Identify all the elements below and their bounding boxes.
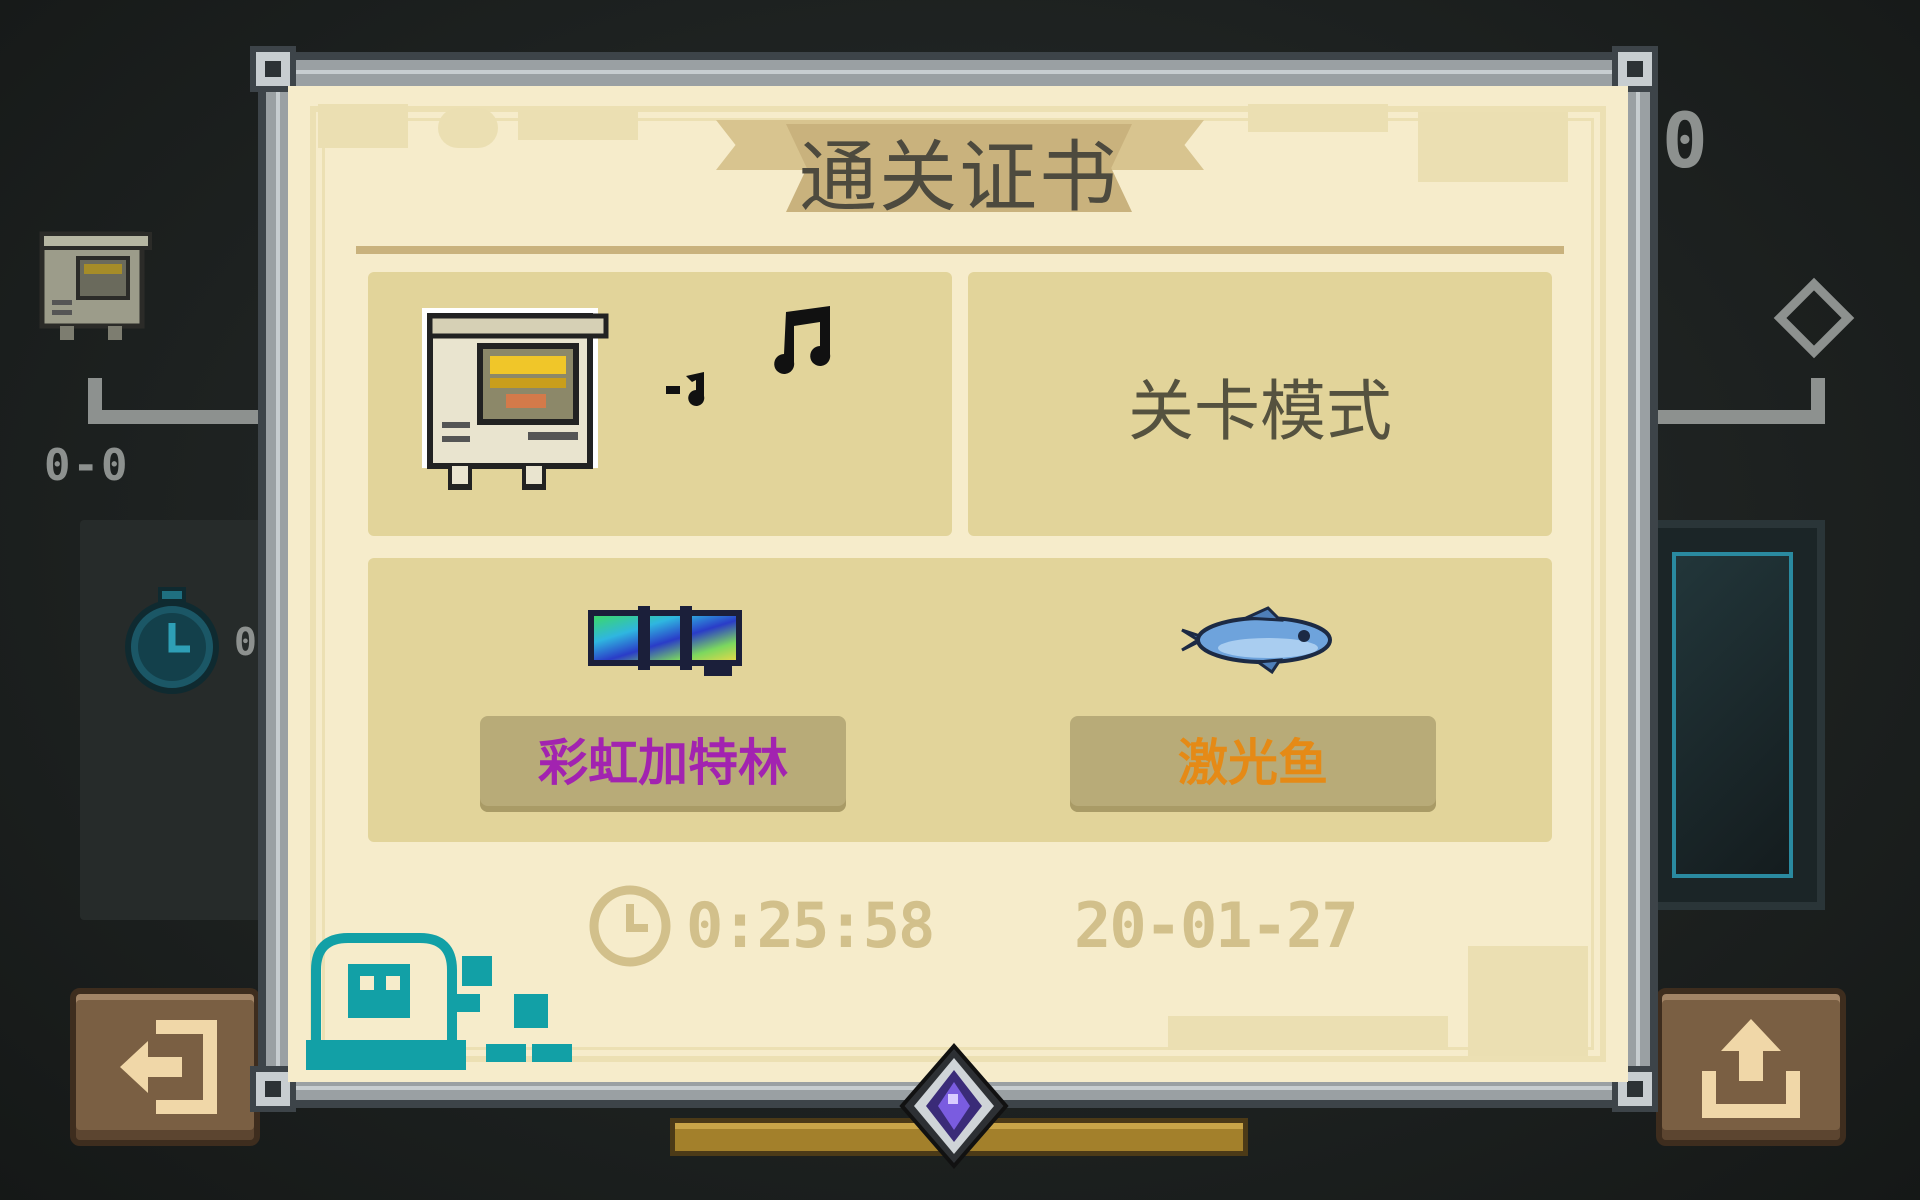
- weapon-name-label: 激光鱼: [1070, 716, 1436, 812]
- clear-time: 0:25:58: [686, 889, 935, 962]
- certificate-title: 通关证书: [798, 133, 1119, 223]
- stopwatch-icon: [125, 587, 219, 694]
- exit-door-icon: [120, 1020, 217, 1114]
- clock-icon: [589, 885, 671, 967]
- rainbow-gatling-icon: [588, 606, 742, 676]
- title-divider: [356, 246, 1564, 254]
- robot-computer-character-icon: [422, 308, 609, 490]
- diamond-outline-icon: [1773, 277, 1855, 359]
- exit-button[interactable]: [70, 988, 260, 1146]
- weapon-name-label: 彩虹加特林: [480, 716, 846, 812]
- hud-bracket-right: [1655, 378, 1825, 424]
- clear-date: 20-01-27: [1074, 889, 1359, 962]
- teal-ghost-seal-icon: [306, 933, 572, 1070]
- purple-gem-emblem-icon: [899, 1042, 1009, 1170]
- score-readout: 0-0: [44, 440, 130, 491]
- music-notes-icon: [666, 306, 831, 406]
- share-button[interactable]: [1656, 988, 1846, 1146]
- side-panel-background: [80, 520, 270, 920]
- character-thumbnail-icon: [39, 231, 152, 340]
- game-mode-label: 关卡模式: [1128, 373, 1392, 450]
- hud-bracket-left: [88, 378, 278, 424]
- counter-readout: 0: [1662, 96, 1708, 185]
- stopwatch-value: 0: [234, 620, 257, 664]
- share-upload-icon: [1702, 1019, 1800, 1118]
- laser-fish-icon: [1181, 606, 1332, 674]
- portal-door-background: [1640, 520, 1825, 910]
